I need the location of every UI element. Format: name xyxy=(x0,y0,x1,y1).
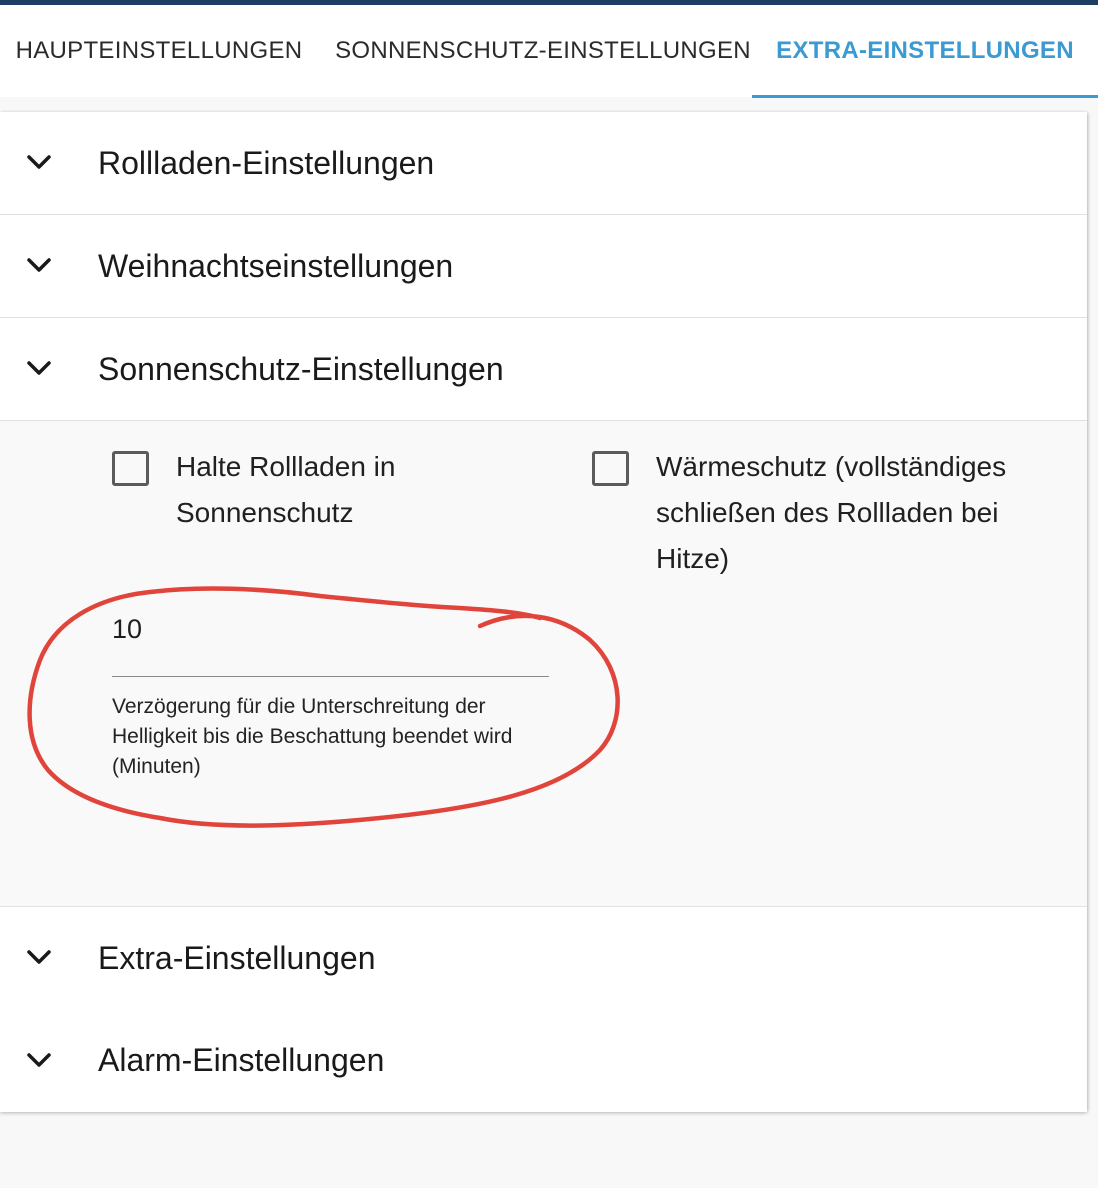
hold-shutter-label: Halte Rollladen in Sonnenschutz xyxy=(176,451,396,528)
heat-protection-option: Wärmeschutz (vollständiges schließen des… xyxy=(592,451,1062,582)
tab-sonnenschutz-einstellungen[interactable]: SONNENSCHUTZ-EINSTELLUNGEN xyxy=(318,5,768,97)
section-header-rollladen[interactable]: Rollladen-Einstellungen xyxy=(0,112,1087,215)
tab-label: EXTRA-EINSTELLUNGEN xyxy=(776,37,1074,64)
section-title: Rollladen-Einstellungen xyxy=(98,144,435,181)
hold-shutter-checkbox[interactable] xyxy=(112,451,149,486)
tab-bar: HAUPTEINSTELLUNGEN SONNENSCHUTZ-EINSTELL… xyxy=(0,5,1098,98)
section-title: Extra-Einstellungen xyxy=(98,939,376,976)
delay-minutes-input[interactable] xyxy=(112,614,549,645)
tab-label: HAUPTEINSTELLUNGEN xyxy=(15,37,303,64)
section-header-extra[interactable]: Extra-Einstellungen xyxy=(0,907,1087,1010)
input-underline xyxy=(112,676,549,677)
heat-protection-label: Wärmeschutz (vollständiges schließen des… xyxy=(656,451,1007,574)
tab-label: SONNENSCHUTZ-EINSTELLUNGEN xyxy=(335,37,751,64)
heat-protection-checkbox[interactable] xyxy=(592,451,629,486)
delay-helper-text: Verzögerung für die Unterschreitung der … xyxy=(112,695,513,778)
section-header-alarm[interactable]: Alarm-Einstellungen xyxy=(0,1009,1087,1112)
chevron-down-icon xyxy=(26,253,52,279)
settings-panel: Rollladen-Einstellungen Weihnachtseinste… xyxy=(0,112,1087,1112)
chevron-down-icon xyxy=(26,150,52,176)
section-title: Alarm-Einstellungen xyxy=(98,1042,385,1078)
active-tab-indicator xyxy=(752,95,1098,98)
section-title: Weihnachtseinstellungen xyxy=(98,247,454,284)
chevron-down-icon xyxy=(26,945,52,971)
tab-extra-einstellungen[interactable]: EXTRA-EINSTELLUNGEN xyxy=(752,5,1098,97)
section-header-sonnenschutz[interactable]: Sonnenschutz-Einstellungen xyxy=(0,318,1087,421)
delay-minutes-field: Verzögerung für die Unterschreitung der … xyxy=(112,592,549,778)
chevron-down-icon xyxy=(26,1048,52,1074)
tab-haupteinstellungen[interactable]: HAUPTEINSTELLUNGEN xyxy=(0,5,318,97)
chevron-down-icon xyxy=(26,356,52,382)
hold-shutter-option: Halte Rollladen in Sonnenschutz xyxy=(112,451,542,536)
section-title: Sonnenschutz-Einstellungen xyxy=(98,350,504,387)
section-header-weihnachten[interactable]: Weihnachtseinstellungen xyxy=(0,215,1087,318)
